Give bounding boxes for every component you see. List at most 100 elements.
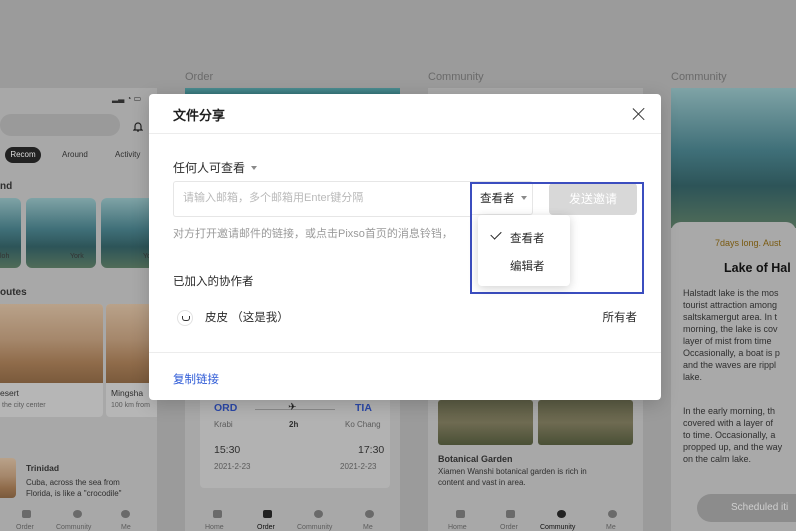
article-line: to time. Occasionally, a	[683, 430, 776, 440]
article-line: on the calm lake.	[683, 454, 752, 464]
story-thumb[interactable]	[0, 458, 16, 498]
origin-city: Krabi	[214, 420, 233, 429]
story-title: Trinidad	[26, 463, 60, 473]
check-icon	[490, 228, 502, 240]
article-line: morning, the lake is cov	[683, 324, 778, 334]
close-icon[interactable]	[630, 105, 648, 123]
menu-item-viewer[interactable]: 查看者	[478, 224, 570, 250]
me-icon[interactable]	[608, 510, 617, 518]
article-line: Halstadt lake is the mos	[683, 288, 779, 298]
nav-label-order[interactable]: Order	[257, 524, 275, 531]
collaborator-row: 皮皮 （这是我） 所有者	[173, 304, 637, 330]
article-line: covered with a layer of	[683, 418, 774, 428]
article-line: tourist attraction among	[683, 300, 778, 310]
section-title-routes: outes	[0, 287, 27, 298]
article-subtitle: 7days long. Aust	[715, 238, 782, 248]
destination-city: Ko Chang	[345, 420, 381, 429]
garden-photo[interactable]	[538, 400, 633, 445]
nav-label-home[interactable]: Home	[448, 524, 467, 531]
phone-frame-article: 7days long. Aust Lake of Hal Halstadt la…	[671, 88, 796, 531]
collaborators-title: 已加入的协作者	[173, 276, 254, 288]
destination-code: TIA	[355, 402, 372, 414]
thumb-label: loh	[0, 253, 10, 260]
role-menu: 查看者 编辑者	[478, 215, 570, 286]
post-description: Xiamen Wanshi botanical garden is rich i…	[438, 467, 587, 476]
nav-label-order[interactable]: Order	[16, 524, 34, 531]
origin-code: ORD	[214, 402, 238, 414]
tab-around[interactable]: Around	[62, 150, 88, 159]
article-line: lake.	[683, 372, 703, 382]
garden-photo[interactable]	[438, 400, 533, 445]
permission-dropdown[interactable]: 任何人可查看	[173, 159, 258, 176]
airplane-icon: ✈	[288, 402, 297, 413]
tab-activity[interactable]: Activity	[115, 150, 140, 159]
home-icon[interactable]	[456, 510, 465, 518]
menu-item-editor[interactable]: 编辑者	[478, 252, 570, 278]
copy-link-button[interactable]: 复制链接	[173, 371, 219, 387]
order-icon[interactable]	[263, 510, 272, 518]
schedule-button-label: Scheduled iti	[731, 502, 789, 513]
nav-label-community[interactable]: Community	[56, 524, 91, 531]
frame-label-order[interactable]: Order	[185, 71, 213, 83]
frame-label-community[interactable]: Community	[428, 71, 484, 83]
community-icon[interactable]	[73, 510, 82, 518]
article-line: In the early morning, th	[683, 406, 776, 416]
order-icon[interactable]	[22, 510, 31, 518]
article-line: saltskamergut area. In t	[683, 312, 778, 322]
permission-label: 任何人可查看	[173, 161, 246, 175]
community-icon[interactable]	[557, 510, 566, 518]
avatar	[177, 310, 193, 326]
collaborator-role: 所有者	[602, 312, 638, 324]
me-icon[interactable]	[121, 510, 130, 518]
nav-label-order[interactable]: Order	[500, 524, 518, 531]
route-card[interactable]: esert the city center	[0, 304, 103, 417]
email-input[interactable]	[174, 182, 472, 214]
arrival-date: 2021-2-23	[340, 462, 377, 471]
nav-label-community[interactable]: Community	[297, 524, 332, 531]
tab-recom[interactable]: Recom	[5, 147, 41, 163]
destination-thumb[interactable]	[26, 198, 96, 268]
article-line: Occasionally, a boat is p	[683, 348, 780, 358]
hero-photo	[671, 88, 796, 228]
me-icon[interactable]	[365, 510, 374, 518]
section-title: nd	[0, 181, 13, 192]
arrival-time: 17:30	[358, 444, 385, 456]
phone-frame-home: ▂▃ ◔ ▭ Recom Around Activity nd loh York…	[0, 88, 157, 531]
chevron-down-icon	[251, 166, 258, 170]
nav-label-me[interactable]: Me	[606, 524, 616, 531]
divider	[149, 352, 661, 353]
nav-label-home[interactable]: Home	[205, 524, 224, 531]
status-bar-icons: ▂▃ ◔ ▭	[112, 94, 142, 103]
article-line: layer of mist from time	[683, 336, 772, 346]
community-icon[interactable]	[314, 510, 323, 518]
email-field-wrapper	[173, 181, 472, 217]
bell-icon[interactable]	[132, 119, 144, 132]
menu-item-label: 查看者	[510, 233, 545, 245]
story-text: Florida, is like a "crocodile"	[26, 489, 122, 498]
frame-label-community-2[interactable]: Community	[671, 71, 727, 83]
story-text: Cuba, across the sea from	[26, 478, 120, 487]
post-title: Botanical Garden	[438, 454, 513, 464]
departure-date: 2021-2-23	[214, 462, 251, 471]
departure-time: 15:30	[214, 444, 241, 456]
schedule-button[interactable]: Scheduled iti	[697, 494, 796, 522]
post-description: content and vast in area.	[438, 478, 526, 487]
nav-label-me[interactable]: Me	[121, 524, 131, 531]
search-bar[interactable]	[0, 114, 120, 136]
invite-hint: 对方打开邀请邮件的链接，或点击Pixso首页的消息铃铛，	[173, 228, 453, 240]
article-title: Lake of Hal	[724, 261, 791, 275]
route-card-subtitle: 100 km from	[111, 402, 150, 409]
collaborator-name: 皮皮 （这是我）	[205, 312, 289, 324]
thumb-label: York	[70, 253, 84, 260]
route-card-title: esert	[0, 388, 19, 398]
route-card-subtitle: the city center	[2, 402, 46, 409]
flight-duration: 2h	[289, 420, 299, 429]
article-line: and the waves are rippl	[683, 360, 777, 370]
nav-label-me[interactable]: Me	[363, 524, 373, 531]
order-icon[interactable]	[506, 510, 515, 518]
home-icon[interactable]	[213, 510, 222, 518]
nav-label-community[interactable]: Community	[540, 524, 575, 531]
flight-card[interactable]: ORD TIA ✈ Krabi 2h Ko Chang 15:30 17:30 …	[200, 388, 390, 488]
route-card-title: Mingsha	[111, 388, 144, 398]
divider	[149, 133, 661, 134]
